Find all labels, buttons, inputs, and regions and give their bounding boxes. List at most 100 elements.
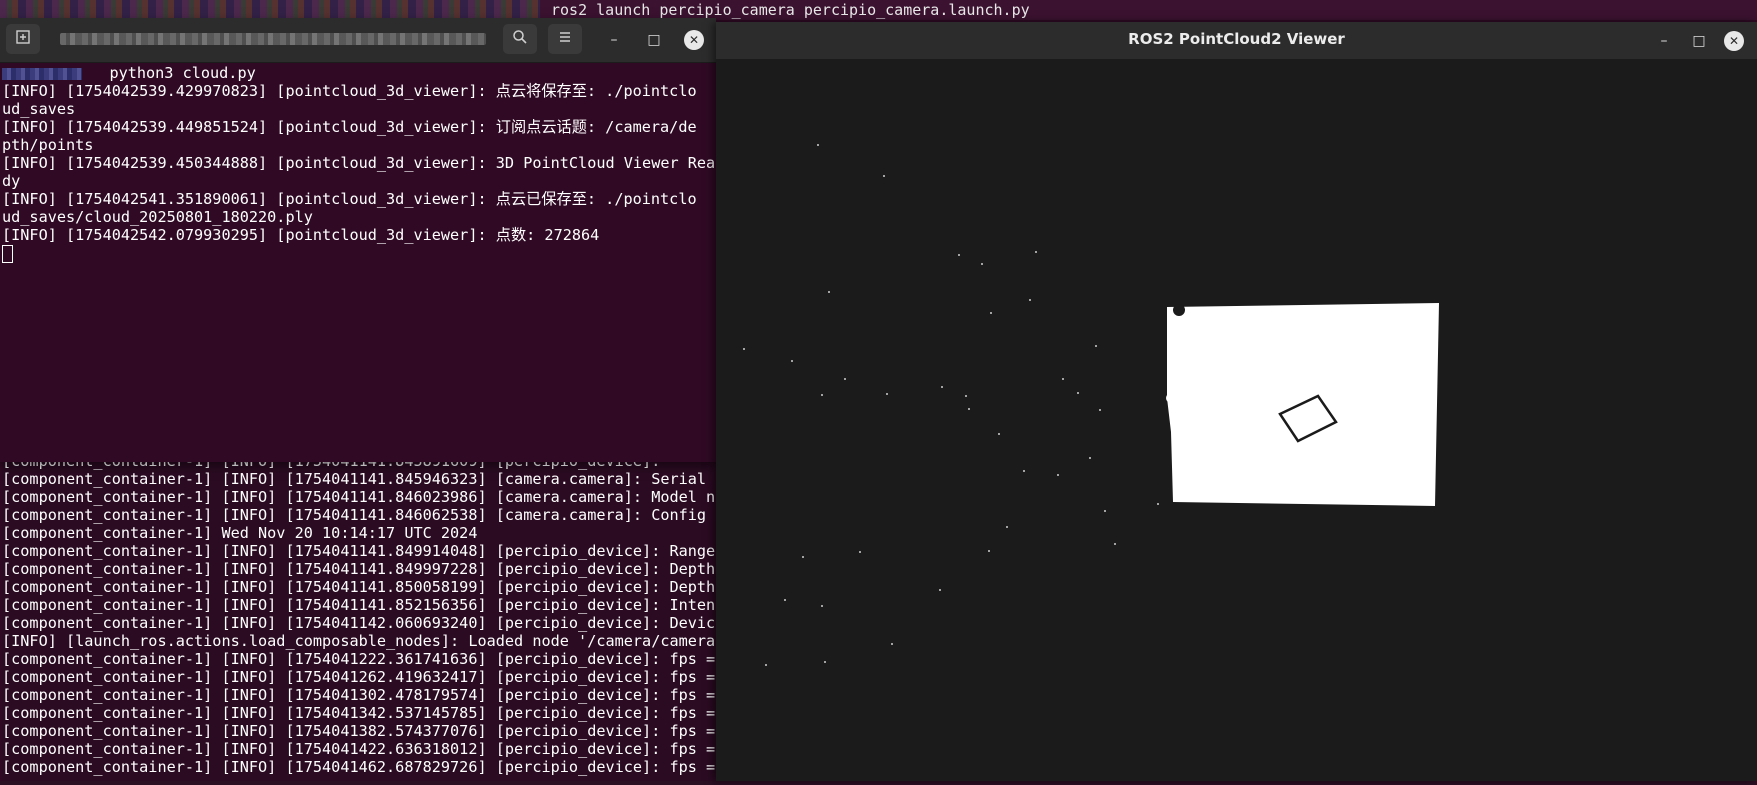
background-log-line: [component_container-1] [INFO] [17540414… bbox=[2, 740, 717, 758]
cursor-line bbox=[2, 244, 714, 263]
background-log-line: [component_container-1] [INFO] [17540411… bbox=[2, 542, 717, 560]
background-log-line: [component_container-1] [INFO] [17540413… bbox=[2, 722, 717, 740]
noise-point bbox=[817, 144, 819, 146]
front-terminal-window: – □ ✕ python3 cloud.py [INFO] [175404253… bbox=[0, 18, 716, 462]
close-icon: ✕ bbox=[688, 33, 700, 47]
log-line: [INFO] [1754042542.079930295] [pointclou… bbox=[2, 226, 600, 244]
background-log-line: [component_container-1] [INFO] [17540411… bbox=[2, 596, 717, 614]
background-log-line: [component_container-1] [INFO] [17540411… bbox=[2, 470, 717, 488]
blurred-prompt bbox=[2, 67, 82, 80]
noise-point bbox=[1095, 345, 1097, 347]
noise-point bbox=[1077, 392, 1079, 394]
noise-point bbox=[1104, 510, 1106, 512]
minimize-button[interactable]: – bbox=[604, 30, 624, 50]
new-tab-icon bbox=[15, 29, 31, 49]
background-log-line: [component_container-1] [INFO] [17540413… bbox=[2, 686, 717, 704]
background-log-line: [component_container-1] [INFO] [17540411… bbox=[2, 614, 717, 632]
noise-point bbox=[1029, 299, 1031, 301]
noise-point bbox=[859, 551, 861, 553]
viewer-title: ROS2 PointCloud2 Viewer bbox=[1128, 30, 1345, 48]
hamburger-menu-icon bbox=[558, 30, 572, 48]
noise-point bbox=[791, 360, 793, 362]
background-log-line: [component_container-1] [INFO] [17540411… bbox=[2, 578, 717, 596]
log-line: pth/points bbox=[2, 136, 94, 154]
noise-point bbox=[886, 393, 888, 395]
pointcloud-viewer-window: ROS2 PointCloud2 Viewer – □ ✕ bbox=[716, 22, 1757, 781]
noise-point bbox=[1157, 503, 1159, 505]
terminal-title-blurred bbox=[60, 33, 486, 45]
menu-button[interactable] bbox=[548, 24, 582, 54]
background-log-line: [component_container-1] [INFO] [17540412… bbox=[2, 650, 717, 668]
search-button[interactable] bbox=[503, 24, 537, 54]
noise-point bbox=[1089, 457, 1091, 459]
noise-point bbox=[1099, 409, 1101, 411]
noise-point bbox=[883, 175, 885, 177]
noise-point bbox=[1006, 526, 1008, 528]
log-line: ud_saves/cloud_20250801_180220.ply bbox=[2, 208, 313, 226]
noise-point bbox=[802, 556, 804, 558]
viewer-maximize-button[interactable]: □ bbox=[1689, 31, 1709, 51]
terminal-output[interactable]: python3 cloud.py [INFO] [1754042539.4299… bbox=[2, 64, 714, 454]
maximize-button[interactable]: □ bbox=[644, 30, 664, 50]
background-log-line: [component_container-1] [INFO] [17540411… bbox=[2, 506, 717, 524]
noise-point bbox=[824, 661, 826, 663]
minimize-icon: – bbox=[1660, 33, 1668, 49]
noise-point bbox=[988, 550, 990, 552]
noise-point bbox=[1057, 474, 1059, 476]
background-log-line: [component_container-1] [INFO] [17540412… bbox=[2, 668, 717, 686]
noise-point bbox=[821, 394, 823, 396]
noise-point bbox=[1114, 543, 1116, 545]
background-log-line: [INFO] [launch_ros.actions.load_composab… bbox=[2, 632, 717, 650]
background-log-line: [component_container-1] [INFO] [17540413… bbox=[2, 704, 717, 722]
noise-point bbox=[1062, 378, 1064, 380]
noise-point bbox=[998, 433, 1000, 435]
new-tab-button[interactable] bbox=[6, 24, 40, 54]
background-log-line: [component_container-1] [INFO] [17540411… bbox=[2, 560, 717, 578]
noise-point bbox=[1035, 251, 1037, 253]
log-line: [INFO] [1754042539.449851524] [pointclou… bbox=[2, 118, 697, 136]
log-line: dy bbox=[2, 172, 21, 190]
viewer-close-button[interactable]: ✕ bbox=[1724, 31, 1744, 51]
pointcloud-plane bbox=[1167, 303, 1439, 506]
noise-point bbox=[990, 312, 992, 314]
close-icon: ✕ bbox=[1728, 34, 1740, 48]
noise-point bbox=[765, 664, 767, 666]
noise-point bbox=[821, 605, 823, 607]
blurred-top-region bbox=[0, 0, 540, 20]
noise-point bbox=[828, 291, 830, 293]
noise-point bbox=[968, 408, 970, 410]
background-terminal-title: ros2 launch percipio_camera percipio_cam… bbox=[551, 1, 1030, 19]
command-text: python3 cloud.py bbox=[109, 64, 256, 82]
text-cursor bbox=[2, 244, 13, 263]
maximize-icon: □ bbox=[1692, 33, 1706, 49]
viewer-minimize-button[interactable]: – bbox=[1654, 31, 1674, 51]
noise-point bbox=[844, 378, 846, 380]
pointcloud-render[interactable] bbox=[716, 59, 1757, 781]
noise-point bbox=[1023, 470, 1025, 472]
terminal-headerbar[interactable]: – □ ✕ bbox=[0, 18, 716, 63]
background-terminal-titlebar[interactable]: ros2 launch percipio_camera percipio_cam… bbox=[0, 0, 1757, 20]
log-lines: [INFO] [1754042539.429970823] [pointclou… bbox=[2, 82, 714, 244]
background-log-line: [component_container-1] [INFO] [17540414… bbox=[2, 758, 717, 776]
noise-point bbox=[965, 395, 967, 397]
noise-point bbox=[784, 599, 786, 601]
noise-point bbox=[939, 589, 941, 591]
background-log-line: [component_container-1] Wed Nov 20 10:14… bbox=[2, 524, 478, 542]
close-button[interactable]: ✕ bbox=[684, 30, 704, 50]
background-log-line: [component_container-1] [INFO] [17540411… bbox=[2, 488, 717, 506]
prompt-line: python3 cloud.py bbox=[2, 64, 714, 82]
maximize-icon: □ bbox=[647, 32, 661, 48]
log-line: ud_saves bbox=[2, 100, 76, 118]
noise-point bbox=[743, 348, 745, 350]
log-line: [INFO] [1754042539.450344888] [pointclou… bbox=[2, 154, 714, 172]
minimize-icon: – bbox=[610, 32, 618, 48]
noise-point bbox=[981, 263, 983, 265]
log-line: [INFO] [1754042539.429970823] [pointclou… bbox=[2, 82, 697, 100]
noise-point bbox=[958, 254, 960, 256]
search-icon bbox=[512, 29, 528, 49]
viewer-titlebar[interactable]: ROS2 PointCloud2 Viewer – □ ✕ bbox=[716, 22, 1757, 59]
noise-point bbox=[941, 386, 943, 388]
noise-point bbox=[891, 643, 893, 645]
pointcloud-canvas[interactable] bbox=[716, 59, 1757, 781]
log-line: [INFO] [1754042541.351890061] [pointclou… bbox=[2, 190, 697, 208]
